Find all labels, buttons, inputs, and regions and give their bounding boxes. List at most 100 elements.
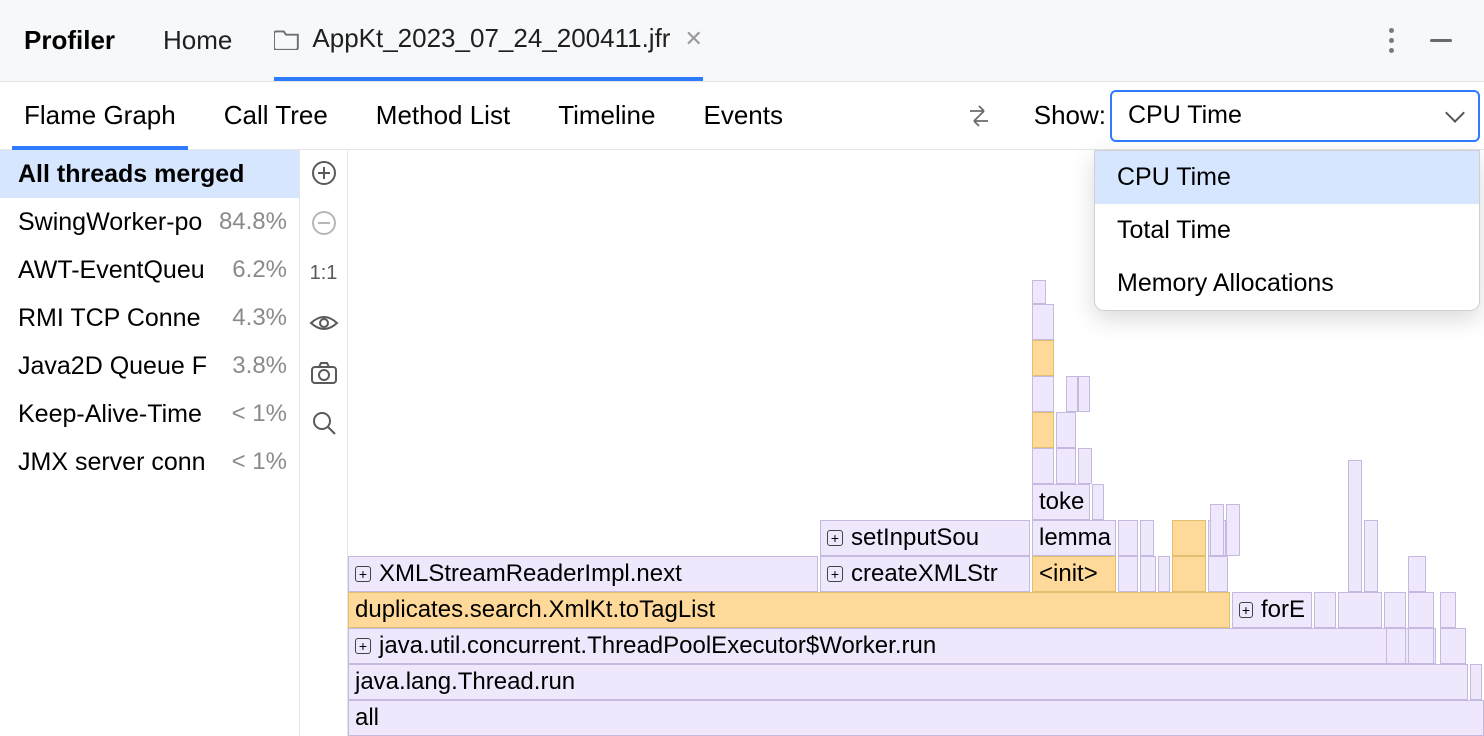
tool-column: 1:1 xyxy=(300,150,348,736)
zoom-ratio[interactable]: 1:1 xyxy=(309,258,339,288)
thread-pct: 3.8% xyxy=(232,352,287,380)
flame-frame[interactable] xyxy=(1386,628,1406,664)
flame-frame[interactable] xyxy=(1158,556,1170,592)
expand-icon: + xyxy=(827,566,843,582)
view-events[interactable]: Events xyxy=(703,82,783,149)
flame-frame[interactable] xyxy=(1408,556,1426,592)
flame-frame[interactable] xyxy=(1066,376,1078,412)
flame-frame[interactable] xyxy=(1092,484,1104,520)
flame-frame[interactable] xyxy=(1172,556,1206,592)
flame-label: createXMLStr xyxy=(851,560,998,588)
flame-frame[interactable] xyxy=(1348,460,1362,592)
flame-frame[interactable] xyxy=(1364,520,1378,592)
flame-frame[interactable]: <init> xyxy=(1032,556,1116,592)
flame-frame[interactable] xyxy=(1032,448,1054,484)
thread-pct: < 1% xyxy=(232,400,287,428)
flame-frame[interactable] xyxy=(1056,448,1076,484)
flame-frame[interactable]: + XMLStreamReaderImpl.next xyxy=(348,556,818,592)
flame-frame[interactable] xyxy=(1032,280,1046,304)
camera-icon[interactable] xyxy=(309,358,339,388)
tab-file[interactable]: AppKt_2023_07_24_200411.jfr ✕ xyxy=(274,0,703,81)
expand-icon: + xyxy=(355,638,371,654)
flame-frame[interactable] xyxy=(1078,376,1090,412)
flame-frame[interactable] xyxy=(1032,304,1054,340)
flame-frame[interactable]: all xyxy=(348,700,1484,736)
flame-frame[interactable] xyxy=(1032,412,1054,448)
flame-frame[interactable] xyxy=(1056,412,1076,448)
flame-frame[interactable] xyxy=(1172,520,1206,556)
zoom-out-icon[interactable] xyxy=(309,208,339,238)
flame-frame[interactable] xyxy=(1314,592,1336,628)
flame-frame[interactable] xyxy=(1338,592,1382,628)
flame-frame[interactable]: + setInputSou xyxy=(820,520,1030,556)
folder-icon xyxy=(274,28,300,50)
flame-frame[interactable]: lemma xyxy=(1032,520,1116,556)
flame-frame[interactable]: + forE xyxy=(1232,592,1312,628)
swap-icon[interactable] xyxy=(964,101,994,131)
flame-frame[interactable] xyxy=(1140,520,1154,556)
chevron-down-icon xyxy=(1445,103,1465,123)
flame-frame[interactable] xyxy=(1384,592,1406,628)
flame-frame[interactable] xyxy=(1408,628,1434,664)
flame-frame[interactable] xyxy=(1208,556,1228,592)
zoom-in-icon[interactable] xyxy=(309,158,339,188)
show-option-cpu[interactable]: CPU Time xyxy=(1095,151,1479,204)
show-option-mem[interactable]: Memory Allocations xyxy=(1095,257,1479,310)
flame-frame[interactable]: + java.util.concurrent.ThreadPoolExecuto… xyxy=(348,628,1436,664)
view-call-tree[interactable]: Call Tree xyxy=(224,82,328,149)
flame-frame[interactable]: + createXMLStr xyxy=(820,556,1030,592)
minimize-icon[interactable] xyxy=(1430,39,1452,42)
thread-row[interactable]: SwingWorker-po 84.8% xyxy=(0,198,299,246)
flame-frame[interactable] xyxy=(1440,592,1456,628)
flame-frame[interactable] xyxy=(1226,504,1240,556)
flame-frame[interactable] xyxy=(1078,448,1092,484)
expand-icon: + xyxy=(355,566,371,582)
show-dropdown: CPU Time Total Time Memory Allocations xyxy=(1094,150,1480,311)
view-timeline[interactable]: Timeline xyxy=(558,82,655,149)
thread-name: RMI TCP Conne xyxy=(18,304,226,333)
flame-label: forE xyxy=(1261,596,1305,624)
thread-row[interactable]: RMI TCP Conne 4.3% xyxy=(0,294,299,342)
thread-name: SwingWorker-po xyxy=(18,208,213,237)
search-icon[interactable] xyxy=(309,408,339,438)
tool-title: Profiler xyxy=(24,25,115,56)
view-flame-graph[interactable]: Flame Graph xyxy=(24,82,176,149)
thread-row[interactable]: Keep-Alive-Time < 1% xyxy=(0,390,299,438)
thread-row[interactable]: All threads merged xyxy=(0,150,299,198)
flame-label: XMLStreamReaderImpl.next xyxy=(379,560,682,588)
view-method-list[interactable]: Method List xyxy=(376,82,510,149)
thread-pct: 6.2% xyxy=(232,256,287,284)
close-icon[interactable]: ✕ xyxy=(684,26,702,52)
thread-list: All threads merged SwingWorker-po 84.8% … xyxy=(0,150,300,736)
thread-name: AWT-EventQueu xyxy=(18,256,226,285)
show-select-value: CPU Time xyxy=(1128,101,1242,130)
flame-frame[interactable] xyxy=(1140,556,1156,592)
flame-frame[interactable]: duplicates.search.XmlKt.toTagList xyxy=(348,592,1230,628)
flame-label: java.util.concurrent.ThreadPoolExecutor$… xyxy=(379,632,936,660)
kebab-icon[interactable] xyxy=(1389,28,1394,53)
thread-row[interactable]: JMX server conn < 1% xyxy=(0,438,299,486)
flame-frame[interactable] xyxy=(1440,628,1466,664)
show-label: Show: xyxy=(1034,100,1106,131)
eye-icon[interactable] xyxy=(309,308,339,338)
expand-icon: + xyxy=(1239,602,1253,618)
thread-pct: 4.3% xyxy=(232,304,287,332)
show-option-total[interactable]: Total Time xyxy=(1095,204,1479,257)
thread-name: Keep-Alive-Time xyxy=(18,400,226,429)
flame-frame[interactable] xyxy=(1118,556,1138,592)
flame-frame[interactable]: java.lang.Thread.run xyxy=(348,664,1468,700)
flame-label: setInputSou xyxy=(851,524,979,552)
thread-row[interactable]: AWT-EventQueu 6.2% xyxy=(0,246,299,294)
thread-row[interactable]: Java2D Queue F 3.8% xyxy=(0,342,299,390)
show-select[interactable]: CPU Time xyxy=(1110,90,1480,142)
flame-frame[interactable] xyxy=(1470,664,1482,700)
tab-home[interactable]: Home xyxy=(163,0,232,81)
flame-frame[interactable] xyxy=(1408,592,1434,628)
flame-frame[interactable] xyxy=(1210,504,1224,556)
flame-frame[interactable] xyxy=(1032,340,1054,376)
thread-name: Java2D Queue F xyxy=(18,352,226,381)
flame-frame[interactable] xyxy=(1032,376,1054,412)
flame-frame[interactable]: toke xyxy=(1032,484,1090,520)
tab-file-label: AppKt_2023_07_24_200411.jfr xyxy=(312,23,670,54)
flame-frame[interactable] xyxy=(1118,520,1138,556)
